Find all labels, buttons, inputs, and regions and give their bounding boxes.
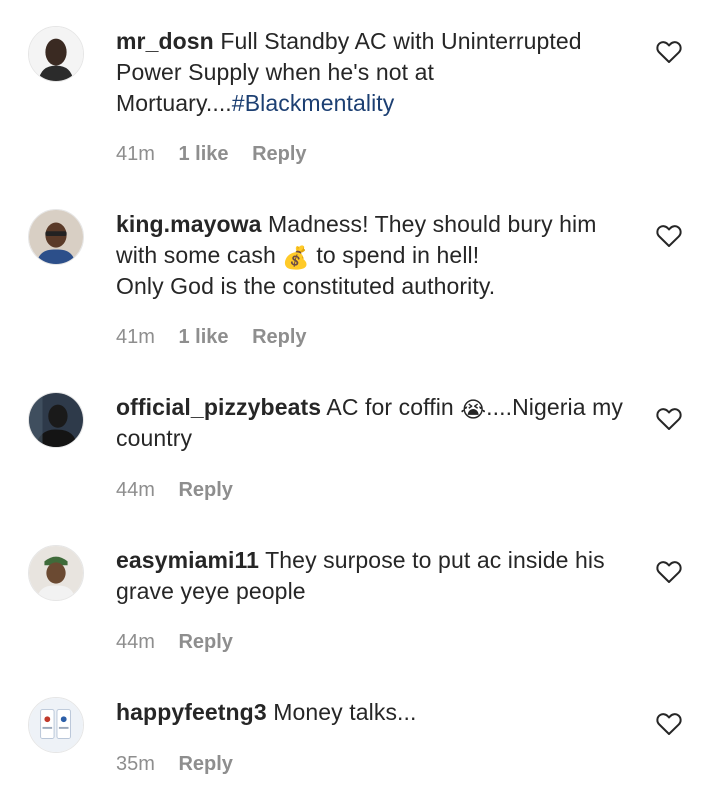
comment-time: 41m — [116, 143, 155, 165]
reply-button[interactable]: Reply — [178, 753, 232, 775]
comment-message-continued: to spend in hell! — [316, 242, 480, 268]
comment-time: 35m — [116, 753, 155, 775]
reply-button[interactable]: Reply — [252, 143, 306, 165]
avatar-image — [29, 210, 83, 264]
avatar-image — [29, 698, 83, 752]
comment-meta: 41m 1 like Reply — [116, 142, 325, 166]
comment-username[interactable]: king.mayowa — [116, 211, 262, 237]
avatar-image — [29, 546, 83, 600]
comment-body: happyfeetng3 Money talks... — [116, 697, 636, 728]
comment-message-line2: Only God is the constituted authority. — [116, 273, 496, 299]
comment-meta: 44m Reply — [116, 478, 251, 502]
comment-time: 44m — [116, 631, 155, 653]
like-count[interactable]: 1 like — [178, 143, 228, 165]
comment-username[interactable]: happyfeetng3 — [116, 699, 267, 725]
reply-button[interactable]: Reply — [178, 479, 232, 501]
comment-text: happyfeetng3 Money talks... — [116, 697, 636, 728]
comment-meta: 41m 1 like Reply — [116, 325, 325, 349]
comment-message: AC for coffin — [326, 394, 454, 420]
avatar-image — [29, 393, 83, 447]
comment-time: 44m — [116, 479, 155, 501]
like-count[interactable]: 1 like — [178, 326, 228, 348]
comment-body: mr_dosn Full Standby AC with Uninterrupt… — [116, 26, 636, 119]
avatar[interactable] — [28, 26, 84, 82]
comment-body: king.mayowa Madness! They should bury hi… — [116, 209, 636, 302]
avatar[interactable] — [28, 697, 84, 753]
comment-body: official_pizzybeats AC for coffin 😭....N… — [116, 392, 636, 454]
like-heart-icon[interactable] — [656, 224, 682, 248]
comment-username[interactable]: official_pizzybeats — [116, 394, 321, 420]
reply-button[interactable]: Reply — [252, 326, 306, 348]
like-heart-icon[interactable] — [656, 407, 682, 431]
money-bag-emoji: 💰 — [282, 246, 310, 271]
comment-text: official_pizzybeats AC for coffin 😭....N… — [116, 392, 636, 454]
comment-meta: 35m Reply — [116, 752, 251, 776]
like-heart-icon[interactable] — [656, 712, 682, 736]
crying-face-emoji: 😭 — [460, 398, 487, 423]
reply-button[interactable]: Reply — [178, 631, 232, 653]
avatar-image — [29, 27, 83, 81]
comment-username[interactable]: mr_dosn — [116, 28, 214, 54]
comment-list: mr_dosn Full Standby AC with Uninterrupt… — [0, 0, 720, 786]
comment-text: king.mayowa Madness! They should bury hi… — [116, 209, 636, 302]
like-heart-icon[interactable] — [656, 560, 682, 584]
comment-text: mr_dosn Full Standby AC with Uninterrupt… — [116, 26, 636, 119]
comment-time: 41m — [116, 326, 155, 348]
avatar[interactable] — [28, 392, 84, 448]
hashtag-link[interactable]: #Blackmentality — [232, 90, 395, 116]
like-heart-icon[interactable] — [656, 40, 682, 64]
avatar[interactable] — [28, 209, 84, 265]
comment-username[interactable]: easymiami11 — [116, 547, 259, 573]
comment-body: easymiami11 They surpose to put ac insid… — [116, 545, 636, 607]
comment-meta: 44m Reply — [116, 630, 251, 654]
avatar[interactable] — [28, 545, 84, 601]
comment-message: Money talks... — [273, 699, 417, 725]
comment-text: easymiami11 They surpose to put ac insid… — [116, 545, 636, 607]
